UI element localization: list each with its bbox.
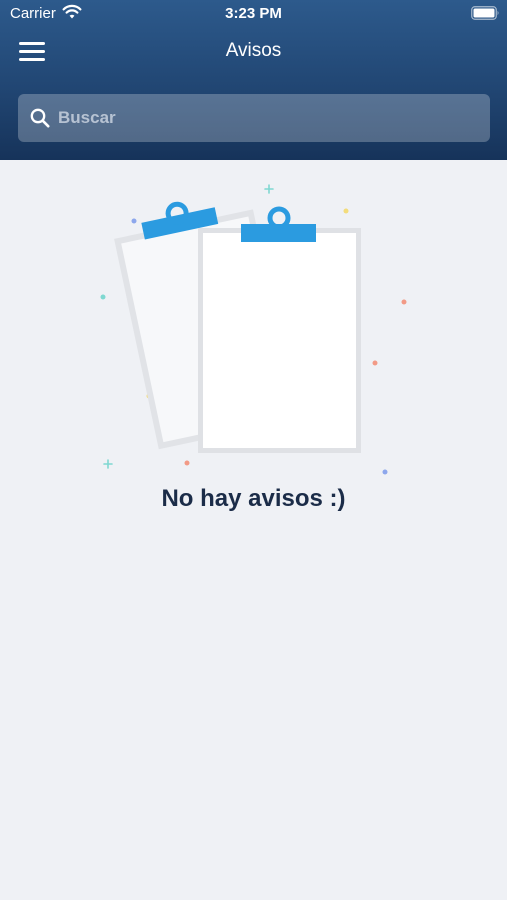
page-title: Avisos [225, 40, 282, 61]
app-header: Carrier 3:23 PM Avisos [0, 0, 507, 160]
confetti-dot [131, 218, 137, 224]
confetti-dot [372, 360, 378, 366]
clipboards-illustration [100, 184, 407, 475]
search-icon [30, 108, 50, 128]
confetti-dot [382, 469, 388, 475]
empty-state-message: No hay avisos :) [161, 485, 346, 512]
front-clipboard [198, 206, 361, 453]
search-input[interactable] [58, 94, 478, 142]
confetti-dot [343, 208, 349, 214]
confetti-dot [184, 460, 190, 466]
status-bar: Carrier 3:23 PM [0, 0, 507, 28]
sparkle-icon [264, 184, 274, 194]
sparkle-icon [103, 459, 113, 469]
confetti-dot [100, 294, 106, 300]
navigation-bar: Avisos [0, 30, 507, 74]
search-bar[interactable] [18, 94, 490, 142]
battery-icon [471, 6, 499, 20]
confetti-dot [401, 299, 407, 305]
status-time: 3:23 PM [225, 5, 282, 22]
